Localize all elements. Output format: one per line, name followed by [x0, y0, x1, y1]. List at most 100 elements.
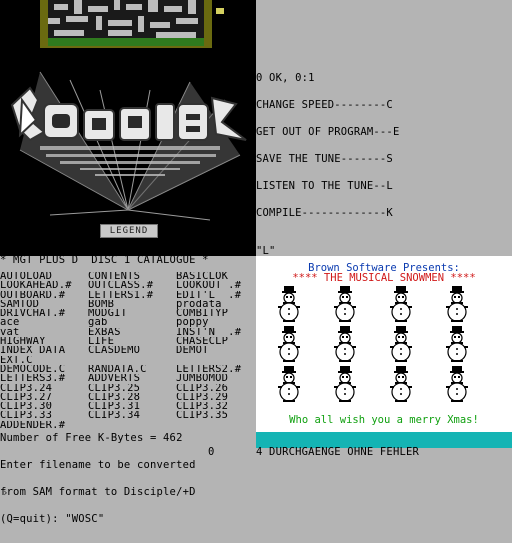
catalogue-file[interactable]: LETTERS3.# — [0, 374, 88, 383]
catalogue-row: CLIP3.24 CLIP3.25 CLIP3.26 — [0, 384, 264, 393]
maze-wall — [150, 22, 170, 28]
command-prompt-icon[interactable]: › — [2, 486, 9, 499]
snowmen-panel: Brown Software Presents: **** THE MUSICA… — [256, 256, 512, 456]
status-line: 0 OK, 0:1 — [256, 72, 315, 84]
catalogue-file[interactable]: CLIP3.32 — [176, 402, 264, 411]
catalogue-file[interactable]: CLIP3.26 — [176, 384, 264, 393]
catalogue-file[interactable]: LIFE — [88, 337, 176, 346]
free-kbytes: Number of Free K-Bytes = 462 — [0, 432, 183, 444]
catalogue-row: HIGHWAY LIFE CHASECLP — [0, 337, 264, 346]
maze-wall — [54, 30, 84, 36]
catalogue-file[interactable]: CHASECLP — [176, 337, 264, 346]
catalogue-file[interactable]: LETTERS2.# — [176, 365, 264, 374]
catalogue-row: OUTBOARD.# LETTERS1.# EDIT'L .# — [0, 291, 264, 300]
catalogue-file[interactable]: vat — [0, 328, 88, 337]
disc-catalogue-panel: * MGT PLUS D DISC 1 CATALOGUE * AUTOLOAD… — [0, 254, 256, 524]
snowman-icon — [274, 286, 304, 322]
menu-item-listen[interactable]: LISTEN TO THE TUNE--L — [256, 181, 399, 192]
catalogue-row: AUTOLOAD CONTENTS BASICLOK — [0, 272, 264, 281]
catalogue-file[interactable]: DRIVCHAT.# — [0, 309, 88, 318]
catalogue-file[interactable]: poppy — [176, 318, 264, 327]
prompt-line: Enter filename to be converted — [0, 459, 196, 471]
catalogue-file[interactable]: prodata — [176, 300, 264, 309]
catalogue-row: DEMOCODE.C RANDATA.C LETTERS2.# — [0, 365, 264, 374]
maze-wall — [66, 16, 88, 22]
catalogue-file[interactable]: LETTERS1.# — [88, 291, 176, 300]
catalogue-grid: AUTOLOAD CONTENTS BASICLOK LOOKAHEAD.# OUTCL… — [0, 272, 264, 430]
snowman-icon — [386, 366, 416, 402]
catalogue-file[interactable]: AUTOLOAD — [0, 272, 88, 281]
snowman-icon — [330, 326, 360, 362]
menu-item-compile[interactable]: COMPILE-------------K — [256, 208, 399, 219]
catalogue-file[interactable]: MODGIT — [88, 309, 176, 318]
catalogue-file[interactable]: LOOKAHEAD.# — [0, 281, 88, 290]
quote-indicator: "L" — [256, 245, 276, 257]
catalogue-file[interactable]: JUMBOMOD — [176, 374, 264, 383]
player-arrow-icon — [216, 8, 224, 14]
menu-item-exit[interactable]: GET OUT OF PROGRAM---E — [256, 127, 399, 138]
catalogue-file[interactable]: CLIP3.29 — [176, 393, 264, 402]
catalogue-title: * MGT PLUS D DISC 1 CATALOGUE * — [0, 254, 209, 266]
catalogue-row: CLIP3.27 CLIP3.28 CLIP3.29 — [0, 393, 264, 402]
legend-badge: LEGEND — [100, 224, 158, 238]
catalogue-file[interactable]: EDIT'L .# — [176, 291, 264, 300]
snowman-icon — [274, 366, 304, 402]
maze-floor — [48, 38, 204, 46]
menu-item-change-speed[interactable]: CHANGE SPEED--------C — [256, 100, 399, 111]
catalogue-row: SAMTOD BOMB prodata — [0, 300, 264, 309]
tune-menu-panel: 0 OK, 0:1 CHANGE SPEED--------C GET OUT … — [256, 0, 512, 256]
menu-item-save-tune[interactable]: SAVE THE TUNE-------S — [256, 154, 399, 165]
catalogue-file[interactable]: ace — [0, 318, 88, 327]
catalogue-row: CLIP3.30 CLIP3.31 CLIP3.32 — [0, 402, 264, 411]
catalogue-file[interactable]: OUTCLASS.# — [88, 281, 176, 290]
catalogue-file[interactable]: CLIP3.25 — [88, 384, 176, 393]
catalogue-file[interactable]: CLIP3.30 — [0, 402, 88, 411]
catalogue-file[interactable]: OUTBOARD.# — [0, 291, 88, 300]
snowman-icon — [442, 286, 472, 322]
catalogue-file[interactable]: RANDATA.C — [88, 365, 176, 374]
catalogue-file[interactable]: CLASDEMO — [88, 346, 176, 355]
snowman-icon — [330, 286, 360, 322]
snowman-icon — [386, 326, 416, 362]
catalogue-file[interactable] — [176, 356, 264, 365]
catalogue-file[interactable]: INDEX DATA — [0, 346, 88, 355]
snowman-icon — [274, 326, 304, 362]
catalogue-file[interactable]: ADDVERTS — [88, 374, 176, 383]
catalogue-row: LETTERS3.# ADDVERTS JUMBOMOD — [0, 374, 264, 383]
filename-input[interactable]: (Q=quit): "WOSC" — [0, 514, 196, 525]
catalogue-file[interactable]: DEMOT — [176, 346, 264, 355]
catalogue-row: INDEX DATA CLASDEMO DEMOT — [0, 346, 264, 355]
catalogue-file[interactable]: CLIP3.27 — [0, 393, 88, 402]
status-text: 4 DURCHGAENGE OHNE FEHLER — [256, 446, 420, 458]
catalogue-file[interactable]: CONTENTS — [88, 272, 176, 281]
catalogue-file[interactable]: CLIP3.24 — [0, 384, 88, 393]
catalogue-file[interactable]: EXBAS — [88, 328, 176, 337]
catalogue-file[interactable]: BOMB — [88, 300, 176, 309]
catalogue-file[interactable]: DEMOCODE.C — [0, 365, 88, 374]
catalogue-row: ace gab poppy — [0, 318, 264, 327]
catalogue-file[interactable]: EXT.C — [0, 356, 88, 365]
maze-wall — [88, 6, 108, 12]
maze-wall — [188, 0, 196, 14]
maze-wall — [114, 0, 120, 10]
status-zero: 0 — [208, 446, 215, 458]
catalogue-file[interactable] — [88, 356, 176, 365]
catalogue-file[interactable]: CLIP3.31 — [88, 402, 176, 411]
maze-wall — [74, 0, 82, 14]
maze-wall — [148, 0, 158, 12]
catalogue-file[interactable]: gab — [88, 318, 176, 327]
maze-wall — [48, 18, 60, 24]
catalogue-file[interactable]: BASICLOK — [176, 272, 264, 281]
snowmen-card: Brown Software Presents: **** THE MUSICA… — [256, 256, 512, 436]
snowman-icon — [442, 366, 472, 402]
catalogue-row: LOOKAHEAD.# OUTCLASS.# LOOKOUT .# — [0, 281, 264, 290]
catalogue-file[interactable]: HIGHWAY — [0, 337, 88, 346]
catalogue-file[interactable]: COMBITYP — [176, 309, 264, 318]
catalogue-file[interactable]: INST'N .# — [176, 328, 264, 337]
catalogue-row: DRIVCHAT.# MODGIT COMBITYP — [0, 309, 264, 318]
catalogue-file[interactable]: SAMTOD — [0, 300, 88, 309]
catalogue-file[interactable]: LOOKOUT .# — [176, 281, 264, 290]
snowman-icon — [442, 326, 472, 362]
catalogue-file[interactable]: CLIP3.28 — [88, 393, 176, 402]
maze-board — [48, 0, 204, 38]
